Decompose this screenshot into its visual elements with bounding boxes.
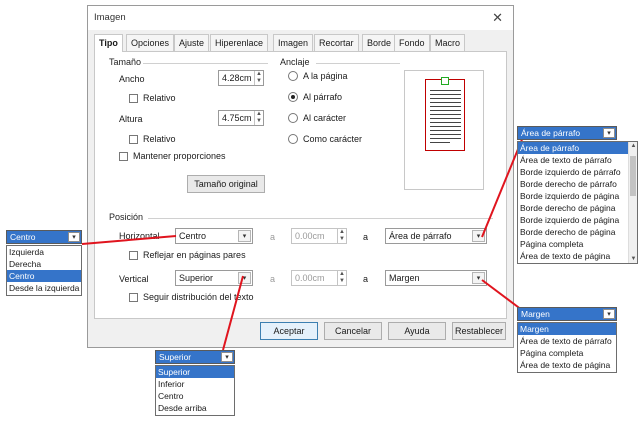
horizontal-popup-list: Izquierda Derecha Centro Desde la izquie… xyxy=(6,245,82,296)
vertical-to-popup-list: Margen Área de texto de párrafo Página c… xyxy=(517,322,617,373)
list-item[interactable]: Centro xyxy=(7,270,81,282)
horizontal-popup-combo[interactable]: Centro ▾ xyxy=(6,230,82,244)
list-item[interactable]: Margen xyxy=(518,323,616,335)
vertical-popup-list: Superior Inferior Centro Desde arriba xyxy=(155,365,235,416)
list-item[interactable]: Área de texto de párrafo xyxy=(518,154,637,166)
chevron-down-icon[interactable]: ▾ xyxy=(603,128,615,138)
list-item[interactable]: Desde la izquierda xyxy=(7,282,81,294)
list-item[interactable]: Página completa xyxy=(518,347,616,359)
list-item[interactable]: Área de párrafo xyxy=(518,142,628,154)
list-item[interactable]: Borde izquierdo de párrafo xyxy=(518,166,637,178)
popup-scrollbar[interactable]: ▲ ▼ xyxy=(628,142,637,263)
connector-vertical xyxy=(222,275,244,351)
vertical-to-popup-value: Margen xyxy=(521,309,550,319)
scroll-down-icon[interactable]: ▼ xyxy=(629,256,637,262)
vertical-popup-combo[interactable]: Superior ▾ xyxy=(155,350,235,364)
list-item[interactable]: Área de texto de página xyxy=(518,250,637,262)
chevron-down-icon[interactable]: ▾ xyxy=(68,232,80,242)
scrollbar-thumb[interactable] xyxy=(630,156,636,196)
chevron-down-icon[interactable]: ▾ xyxy=(221,352,233,362)
scroll-up-icon[interactable]: ▲ xyxy=(629,143,637,149)
connector-horizontal xyxy=(81,235,177,245)
chevron-down-icon[interactable]: ▾ xyxy=(603,309,615,319)
list-item[interactable]: Inferior xyxy=(156,378,234,390)
horizontal-to-popup-list: Área de párrafo Área de texto de párrafo… xyxy=(517,141,638,264)
list-item[interactable]: Desde arriba xyxy=(156,402,234,414)
vertical-to-popup-combo[interactable]: Margen ▾ xyxy=(517,307,617,321)
list-item[interactable]: Borde izquierdo de página xyxy=(518,214,637,226)
list-item[interactable]: Área de texto de párrafo xyxy=(518,335,616,347)
vertical-popup-value: Superior xyxy=(159,352,192,362)
list-item[interactable]: Derecha xyxy=(7,258,81,270)
list-item[interactable]: Página completa xyxy=(518,238,637,250)
list-item[interactable]: Borde derecho de página xyxy=(518,226,637,238)
list-item[interactable]: Borde derecho de párrafo xyxy=(518,178,637,190)
tab-tipo[interactable]: Tipo xyxy=(94,34,123,52)
horizontal-to-popup-combo[interactable]: Área de párrafo ▾ xyxy=(517,126,617,140)
list-item[interactable]: Superior xyxy=(156,366,234,378)
horizontal-popup-value: Centro xyxy=(10,232,36,242)
list-item[interactable]: Área de texto de página xyxy=(518,359,616,371)
connector-vertical-to xyxy=(481,279,523,311)
horizontal-to-popup-value: Área de párrafo xyxy=(521,128,581,138)
list-item[interactable]: Borde derecho de página xyxy=(518,202,637,214)
list-item[interactable]: Izquierda xyxy=(7,246,81,258)
list-item[interactable]: Centro xyxy=(156,390,234,402)
list-item[interactable]: Borde izquierdo de página xyxy=(518,190,637,202)
